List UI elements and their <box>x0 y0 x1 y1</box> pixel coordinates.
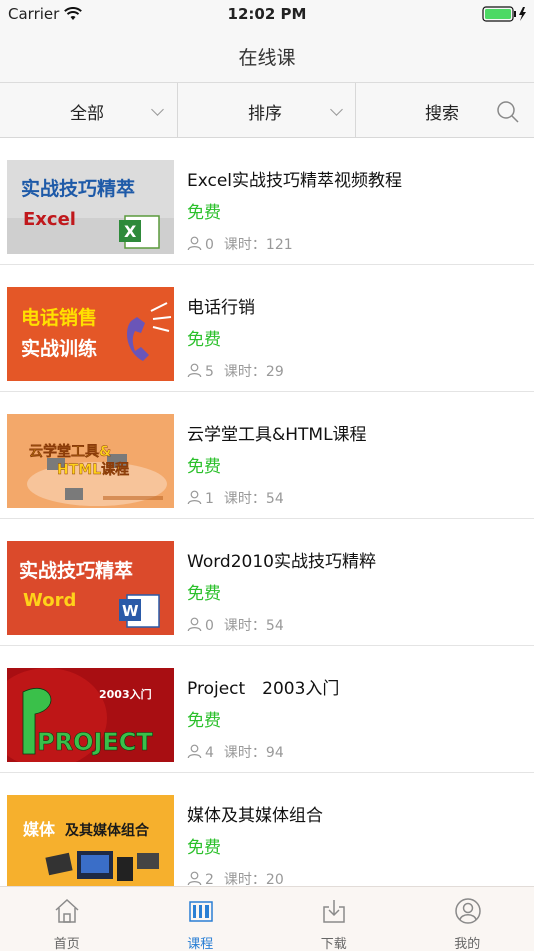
course-price: 免费 <box>187 325 221 350</box>
course-meta: 4 课时：94 <box>187 742 284 763</box>
tab-download-label: 下载 <box>267 933 401 952</box>
course-title: 媒体及其媒体组合 <box>187 801 323 826</box>
thumb-text-2: 实战训练 <box>21 337 97 360</box>
course-price: 免费 <box>187 833 221 858</box>
thumb-text-2: 及其媒体组合 <box>65 822 150 839</box>
user-icon <box>187 236 202 255</box>
profile-icon <box>454 897 482 925</box>
chevron-down-icon <box>330 103 343 116</box>
filter-search-button[interactable]: 搜索 <box>356 83 534 137</box>
course-price: 免费 <box>187 579 221 604</box>
tab-home-label: 首页 <box>0 933 134 952</box>
course-list: 实战技巧精萃 Excel X Excel实战技巧精萃视频教程 免费 0 课时：12… <box>0 138 534 886</box>
thumb-text-1: 实战技巧精萃 <box>19 559 133 582</box>
course-thumbnail: 云学堂工具& HTML课程 <box>7 414 174 508</box>
search-icon <box>496 100 520 128</box>
course-thumbnail: 媒体 及其媒体组合 <box>7 795 174 886</box>
thumb-text-2: HTML课程 <box>57 462 129 478</box>
thumb-text-1: 媒体 <box>23 820 56 839</box>
lesson-count: 课时：121 <box>224 237 293 253</box>
page-title: 在线课 <box>0 43 534 70</box>
thumb-text-1: 实战技巧精萃 <box>21 177 135 200</box>
course-thumbnail: 实战技巧精萃 Excel X <box>7 160 174 254</box>
navigation-bar: 在线课 <box>0 28 534 83</box>
status-time: 12:02 PM <box>0 5 534 23</box>
course-meta: 0 课时：121 <box>187 234 293 255</box>
course-thumbnail: 电话销售 实战训练 <box>7 287 174 381</box>
student-count: 0 <box>205 237 214 253</box>
user-icon <box>187 871 202 886</box>
student-count: 2 <box>205 872 214 886</box>
course-title: Excel实战技巧精萃视频教程 <box>187 166 402 191</box>
tab-course[interactable]: 课程 <box>134 887 268 951</box>
lesson-count: 课时：20 <box>224 872 284 886</box>
course-price: 免费 <box>187 706 221 731</box>
thumb-text-1: 2003入门 <box>99 687 152 701</box>
chevron-down-icon <box>151 103 164 116</box>
filter-sort-dropdown[interactable]: 排序 <box>178 83 355 137</box>
course-meta: 5 课时：29 <box>187 361 284 382</box>
thumb-text-2: Word <box>23 590 76 611</box>
svg-text:W: W <box>122 602 139 620</box>
course-price: 免费 <box>187 452 221 477</box>
tab-mine[interactable]: 我的 <box>401 887 534 951</box>
user-icon <box>187 617 202 636</box>
student-count: 0 <box>205 618 214 634</box>
tab-mine-label: 我的 <box>401 933 534 952</box>
user-icon <box>187 363 202 382</box>
download-icon <box>320 897 348 925</box>
lesson-count: 课时：94 <box>224 745 284 761</box>
filter-search-label: 搜索 <box>425 99 459 124</box>
svg-text:X: X <box>124 222 137 241</box>
filter-sort-label: 排序 <box>248 99 282 124</box>
course-meta: 2 课时：20 <box>187 869 284 886</box>
course-thumbnail: 2003入门 PROJECT <box>7 668 174 762</box>
course-meta: 0 课时：54 <box>187 615 284 636</box>
course-row-project[interactable]: 2003入门 PROJECT Project 2003入门 免费 4 课时：94 <box>0 646 534 773</box>
course-thumbnail: 实战技巧精萃 Word W <box>7 541 174 635</box>
course-book-icon <box>187 897 215 925</box>
thumb-text-1: 电话销售 <box>21 306 97 329</box>
course-title: Project 2003入门 <box>187 674 339 699</box>
user-icon <box>187 490 202 509</box>
course-title: 电话行销 <box>187 293 255 318</box>
student-count: 5 <box>205 364 214 380</box>
user-icon <box>187 744 202 763</box>
filter-all-label: 全部 <box>70 99 104 124</box>
filter-all-dropdown[interactable]: 全部 <box>0 83 177 137</box>
course-meta: 1 课时：54 <box>187 488 284 509</box>
filter-bar: 全部 排序 搜索 <box>0 83 534 138</box>
lesson-count: 课时：29 <box>224 364 284 380</box>
tab-download[interactable]: 下载 <box>267 887 401 951</box>
thumb-text-2: Excel <box>23 209 76 230</box>
tab-bar: 首页 课程 下载 我的 <box>0 886 534 951</box>
thumb-text-1: 云学堂工具& <box>29 443 111 460</box>
lesson-count: 课时：54 <box>224 491 284 507</box>
thumb-text-2: PROJECT <box>37 728 153 756</box>
battery-charging-icon <box>482 6 528 26</box>
student-count: 1 <box>205 491 214 507</box>
tab-course-label: 课程 <box>134 933 268 952</box>
student-count: 4 <box>205 745 214 761</box>
course-row-html[interactable]: 云学堂工具& HTML课程 云学堂工具&HTML课程 免费 1 课时：54 <box>0 392 534 519</box>
course-row-excel[interactable]: 实战技巧精萃 Excel X Excel实战技巧精萃视频教程 免费 0 课时：12… <box>0 138 534 265</box>
course-row-phone-sales[interactable]: 电话销售 实战训练 电话行销 免费 5 课时：29 <box>0 265 534 392</box>
course-title: 云学堂工具&HTML课程 <box>187 420 367 445</box>
lesson-count: 课时：54 <box>224 618 284 634</box>
course-title: Word2010实战技巧精粹 <box>187 547 376 572</box>
status-bar: Carrier 12:02 PM <box>0 0 534 28</box>
course-row-media[interactable]: 媒体 及其媒体组合 媒体及其媒体组合 免费 2 课时：20 <box>0 773 534 886</box>
home-icon <box>53 897 81 925</box>
tab-home[interactable]: 首页 <box>0 887 134 951</box>
course-row-word[interactable]: 实战技巧精萃 Word W Word2010实战技巧精粹 免费 0 课时：54 <box>0 519 534 646</box>
course-price: 免费 <box>187 198 221 223</box>
